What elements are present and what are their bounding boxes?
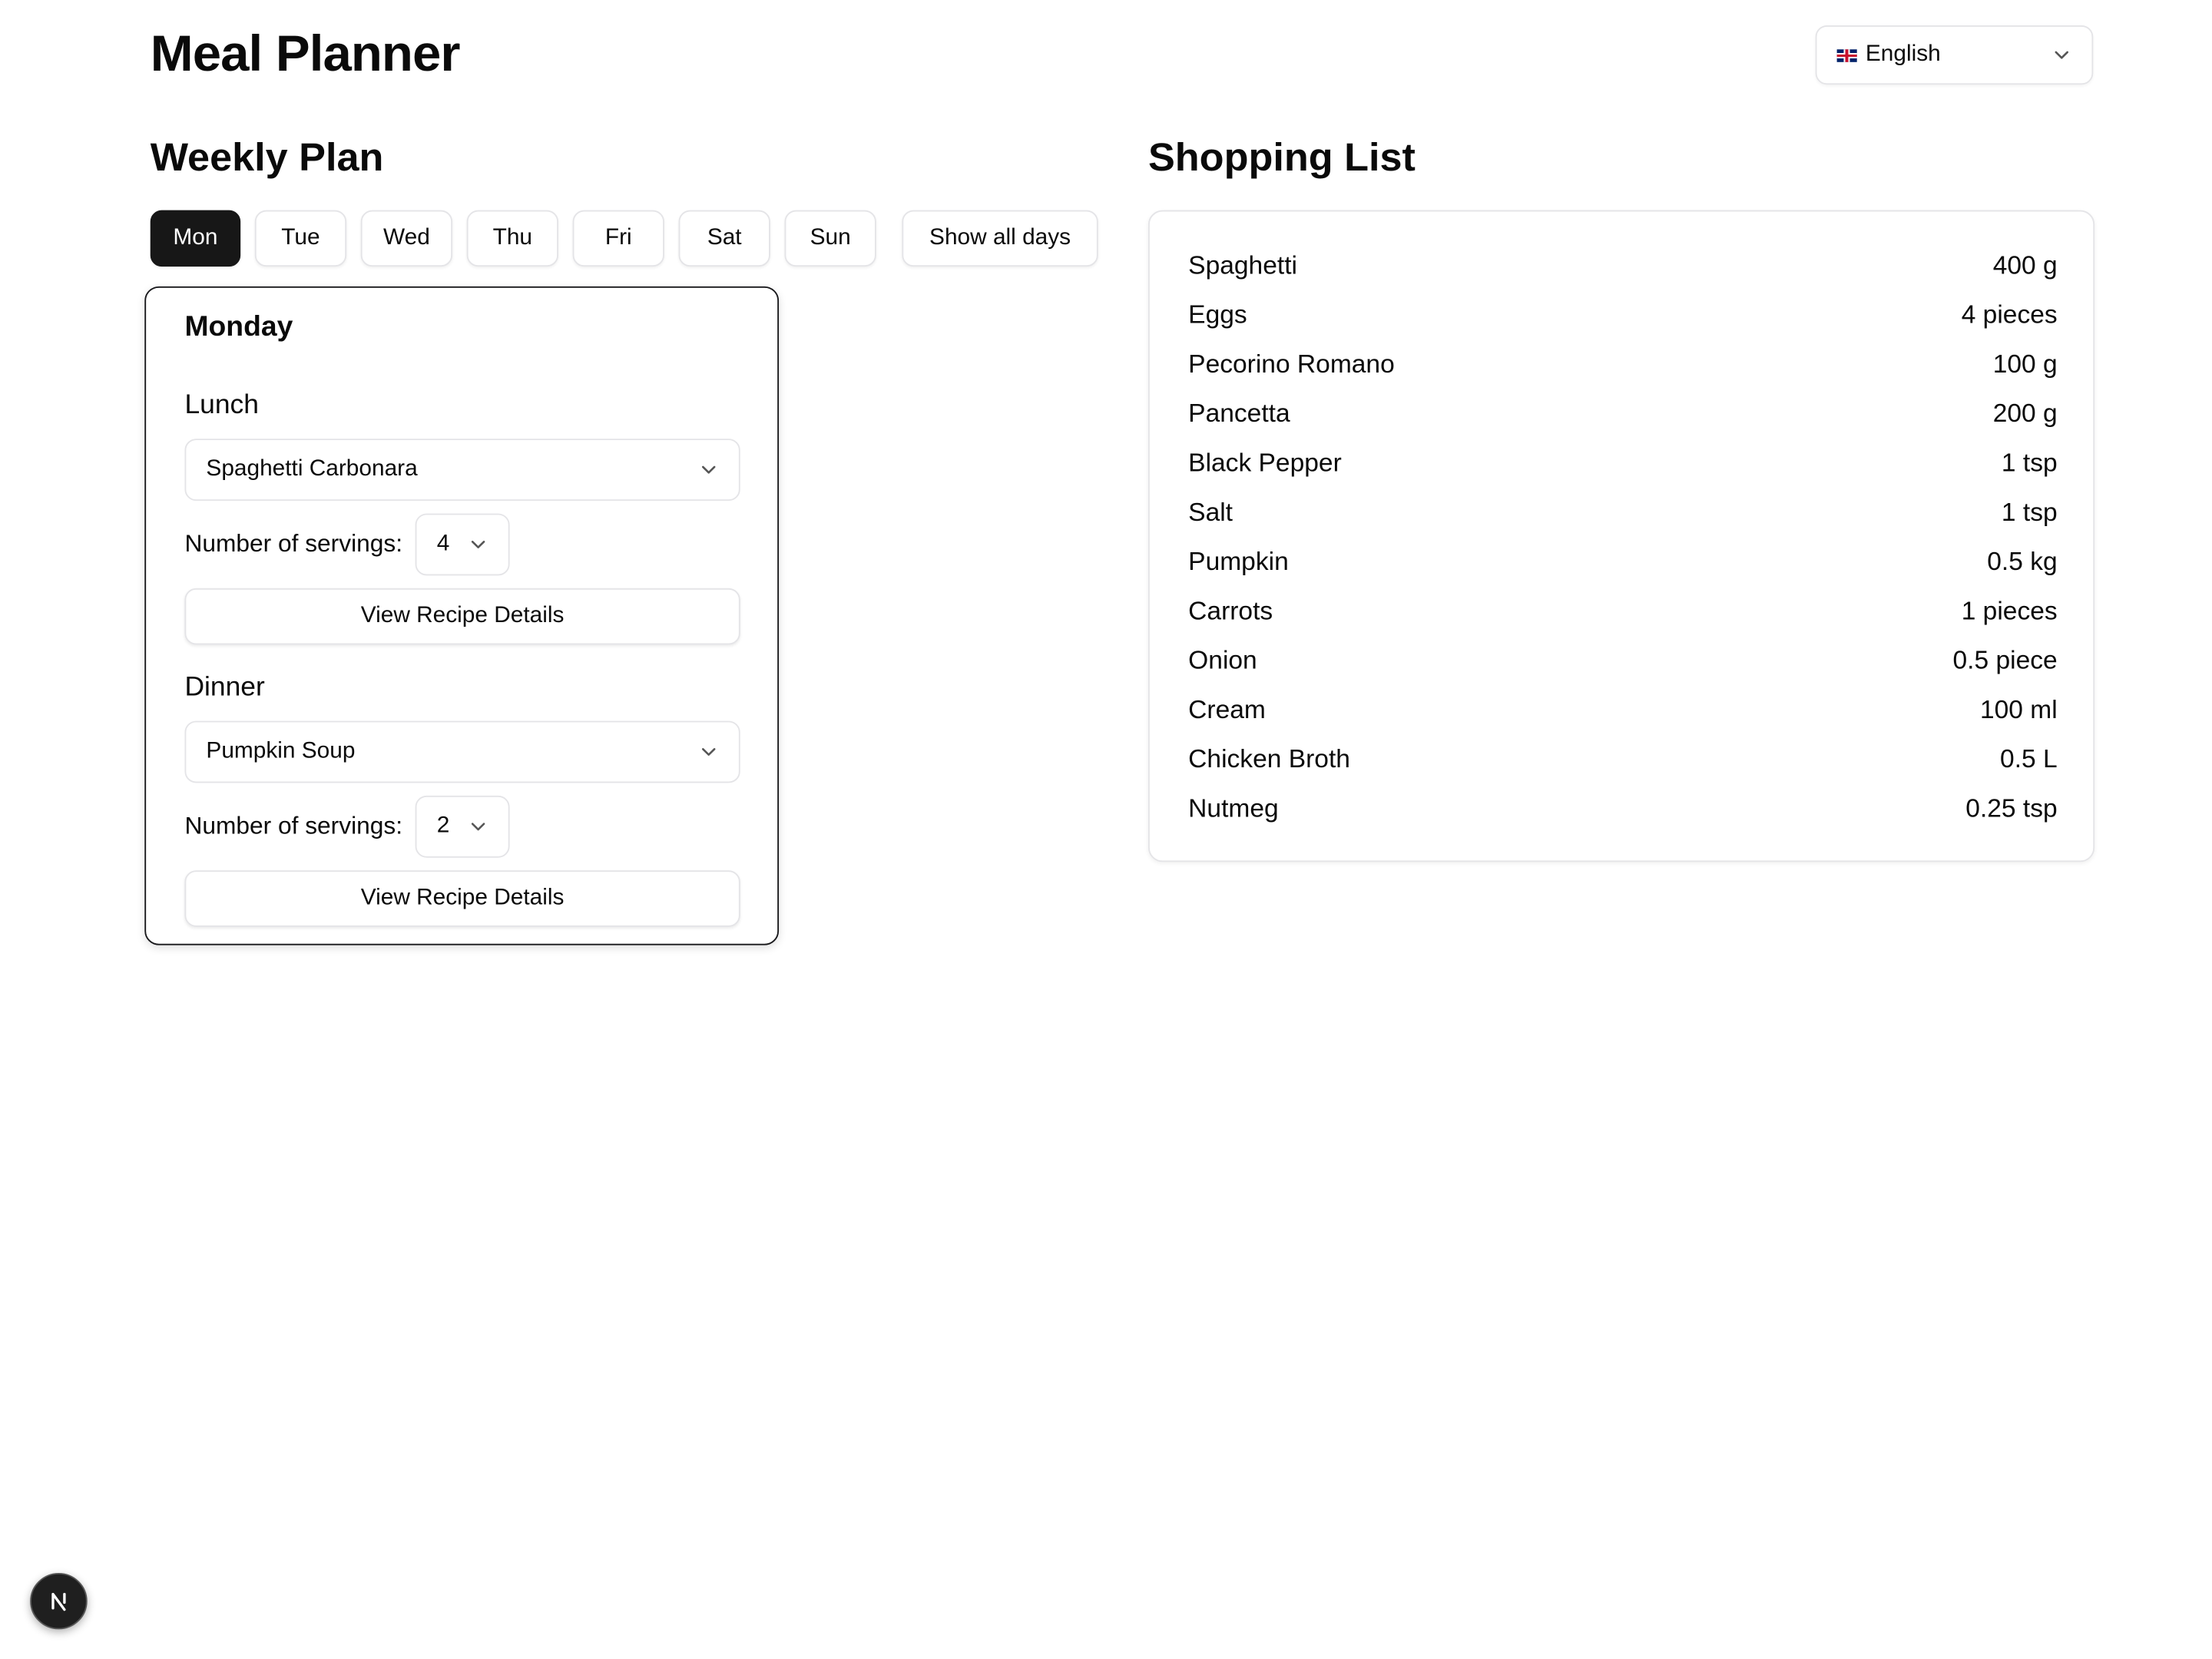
lunch-servings-select[interactable]: 4 bbox=[415, 513, 510, 576]
item-qty: 100 ml bbox=[1979, 695, 2058, 724]
tab-sat[interactable]: Sat bbox=[678, 210, 770, 267]
list-item: Carrots 1 pieces bbox=[1188, 587, 2057, 636]
servings-label: Number of servings: bbox=[184, 812, 403, 839]
list-item: Eggs 4 pieces bbox=[1188, 290, 2057, 339]
item-qty: 0.5 L bbox=[2000, 744, 2058, 773]
nextjs-logo-icon bbox=[51, 1592, 66, 1611]
list-item: Spaghetti 400 g bbox=[1188, 241, 2057, 290]
tab-mon[interactable]: Mon bbox=[150, 210, 241, 267]
item-name: Onion bbox=[1188, 646, 1257, 674]
lunch-servings-row: Number of servings: 4 bbox=[184, 513, 510, 576]
lunch-recipe-select[interactable]: Spaghetti Carbonara bbox=[184, 439, 740, 502]
servings-label: Number of servings: bbox=[184, 530, 403, 558]
item-qty: 0.5 kg bbox=[1987, 547, 2058, 576]
shopping-list-title: Shopping List bbox=[1147, 135, 1416, 180]
item-qty: 100 g bbox=[1992, 349, 2058, 379]
chevron-down-icon bbox=[699, 460, 719, 480]
lunch-view-recipe-button[interactable]: View Recipe Details bbox=[184, 588, 740, 645]
item-name: Nutmeg bbox=[1188, 794, 1279, 823]
list-item: Onion 0.5 piece bbox=[1188, 636, 2057, 685]
item-qty: 400 g bbox=[1992, 250, 2058, 280]
shopping-list-card: Spaghetti 400 g Eggs 4 pieces Pecorino Rom… bbox=[1147, 210, 2095, 863]
servings-value: 2 bbox=[436, 813, 450, 839]
page-title: Meal Planner bbox=[150, 24, 461, 82]
servings-value: 4 bbox=[436, 531, 450, 556]
item-qty: 0.25 tsp bbox=[1965, 794, 2058, 823]
uk-flag-icon bbox=[1836, 48, 1857, 61]
chevron-down-icon bbox=[469, 816, 488, 836]
chevron-down-icon bbox=[2051, 45, 2071, 65]
dinner-recipe-value: Pumpkin Soup bbox=[206, 739, 356, 763]
language-select[interactable]: English bbox=[1815, 25, 2094, 85]
item-name: Pecorino Romano bbox=[1188, 349, 1395, 379]
nextjs-dev-indicator-button[interactable] bbox=[30, 1572, 88, 1630]
item-qty: 1 pieces bbox=[1961, 596, 2058, 625]
chevron-down-icon bbox=[469, 535, 488, 555]
dinner-view-recipe-button[interactable]: View Recipe Details bbox=[184, 870, 740, 927]
tab-sun[interactable]: Sun bbox=[784, 210, 876, 267]
item-name: Carrots bbox=[1188, 596, 1273, 625]
meal-label-lunch: Lunch bbox=[184, 390, 259, 421]
day-card-monday: Monday Lunch Spaghetti Carbonara Number … bbox=[144, 286, 780, 945]
dinner-servings-row: Number of servings: 2 bbox=[184, 795, 510, 858]
list-item: Nutmeg 0.25 tsp bbox=[1188, 784, 2057, 833]
item-qty: 1 tsp bbox=[2001, 449, 2058, 477]
dinner-recipe-select[interactable]: Pumpkin Soup bbox=[184, 720, 740, 783]
dinner-servings-select[interactable]: 2 bbox=[415, 795, 510, 858]
meal-label-dinner: Dinner bbox=[184, 673, 265, 703]
day-card-title: Monday bbox=[184, 311, 293, 343]
page: Meal Planner English Weekly Plan Mon Tue… bbox=[0, 0, 2212, 1659]
item-name: Eggs bbox=[1188, 300, 1247, 329]
chevron-down-icon bbox=[699, 742, 719, 762]
item-qty: 0.5 piece bbox=[1952, 646, 2058, 674]
item-name: Pumpkin bbox=[1188, 547, 1289, 576]
tab-fri[interactable]: Fri bbox=[572, 210, 664, 267]
tab-tue[interactable]: Tue bbox=[254, 210, 347, 267]
list-item: Cream 100 ml bbox=[1188, 686, 2057, 735]
weekly-plan-title: Weekly Plan bbox=[150, 135, 384, 180]
show-all-days-button[interactable]: Show all days bbox=[902, 210, 1098, 267]
item-qty: 1 tsp bbox=[2001, 498, 2058, 527]
item-name: Pancetta bbox=[1188, 399, 1290, 428]
item-name: Salt bbox=[1188, 498, 1233, 527]
item-name: Chicken Broth bbox=[1188, 744, 1350, 773]
list-item: Pecorino Romano 100 g bbox=[1188, 340, 2057, 389]
item-name: Cream bbox=[1188, 695, 1266, 724]
tab-wed[interactable]: Wed bbox=[360, 210, 453, 267]
language-select-value: English bbox=[1865, 42, 1941, 67]
lunch-recipe-value: Spaghetti Carbonara bbox=[206, 457, 418, 482]
list-item: Salt 1 tsp bbox=[1188, 488, 2057, 538]
list-item: Pancetta 200 g bbox=[1188, 389, 2057, 439]
item-qty: 4 pieces bbox=[1961, 300, 2058, 329]
day-tabs: Mon Tue Wed Thu Fri Sat Sun bbox=[150, 210, 891, 267]
item-name: Black Pepper bbox=[1188, 449, 1342, 477]
list-item: Pumpkin 0.5 kg bbox=[1188, 538, 2057, 587]
item-qty: 200 g bbox=[1992, 399, 2058, 428]
tab-thu[interactable]: Thu bbox=[466, 210, 558, 267]
list-item: Black Pepper 1 tsp bbox=[1188, 439, 2057, 488]
item-name: Spaghetti bbox=[1188, 250, 1297, 280]
list-item: Chicken Broth 0.5 L bbox=[1188, 735, 2057, 784]
